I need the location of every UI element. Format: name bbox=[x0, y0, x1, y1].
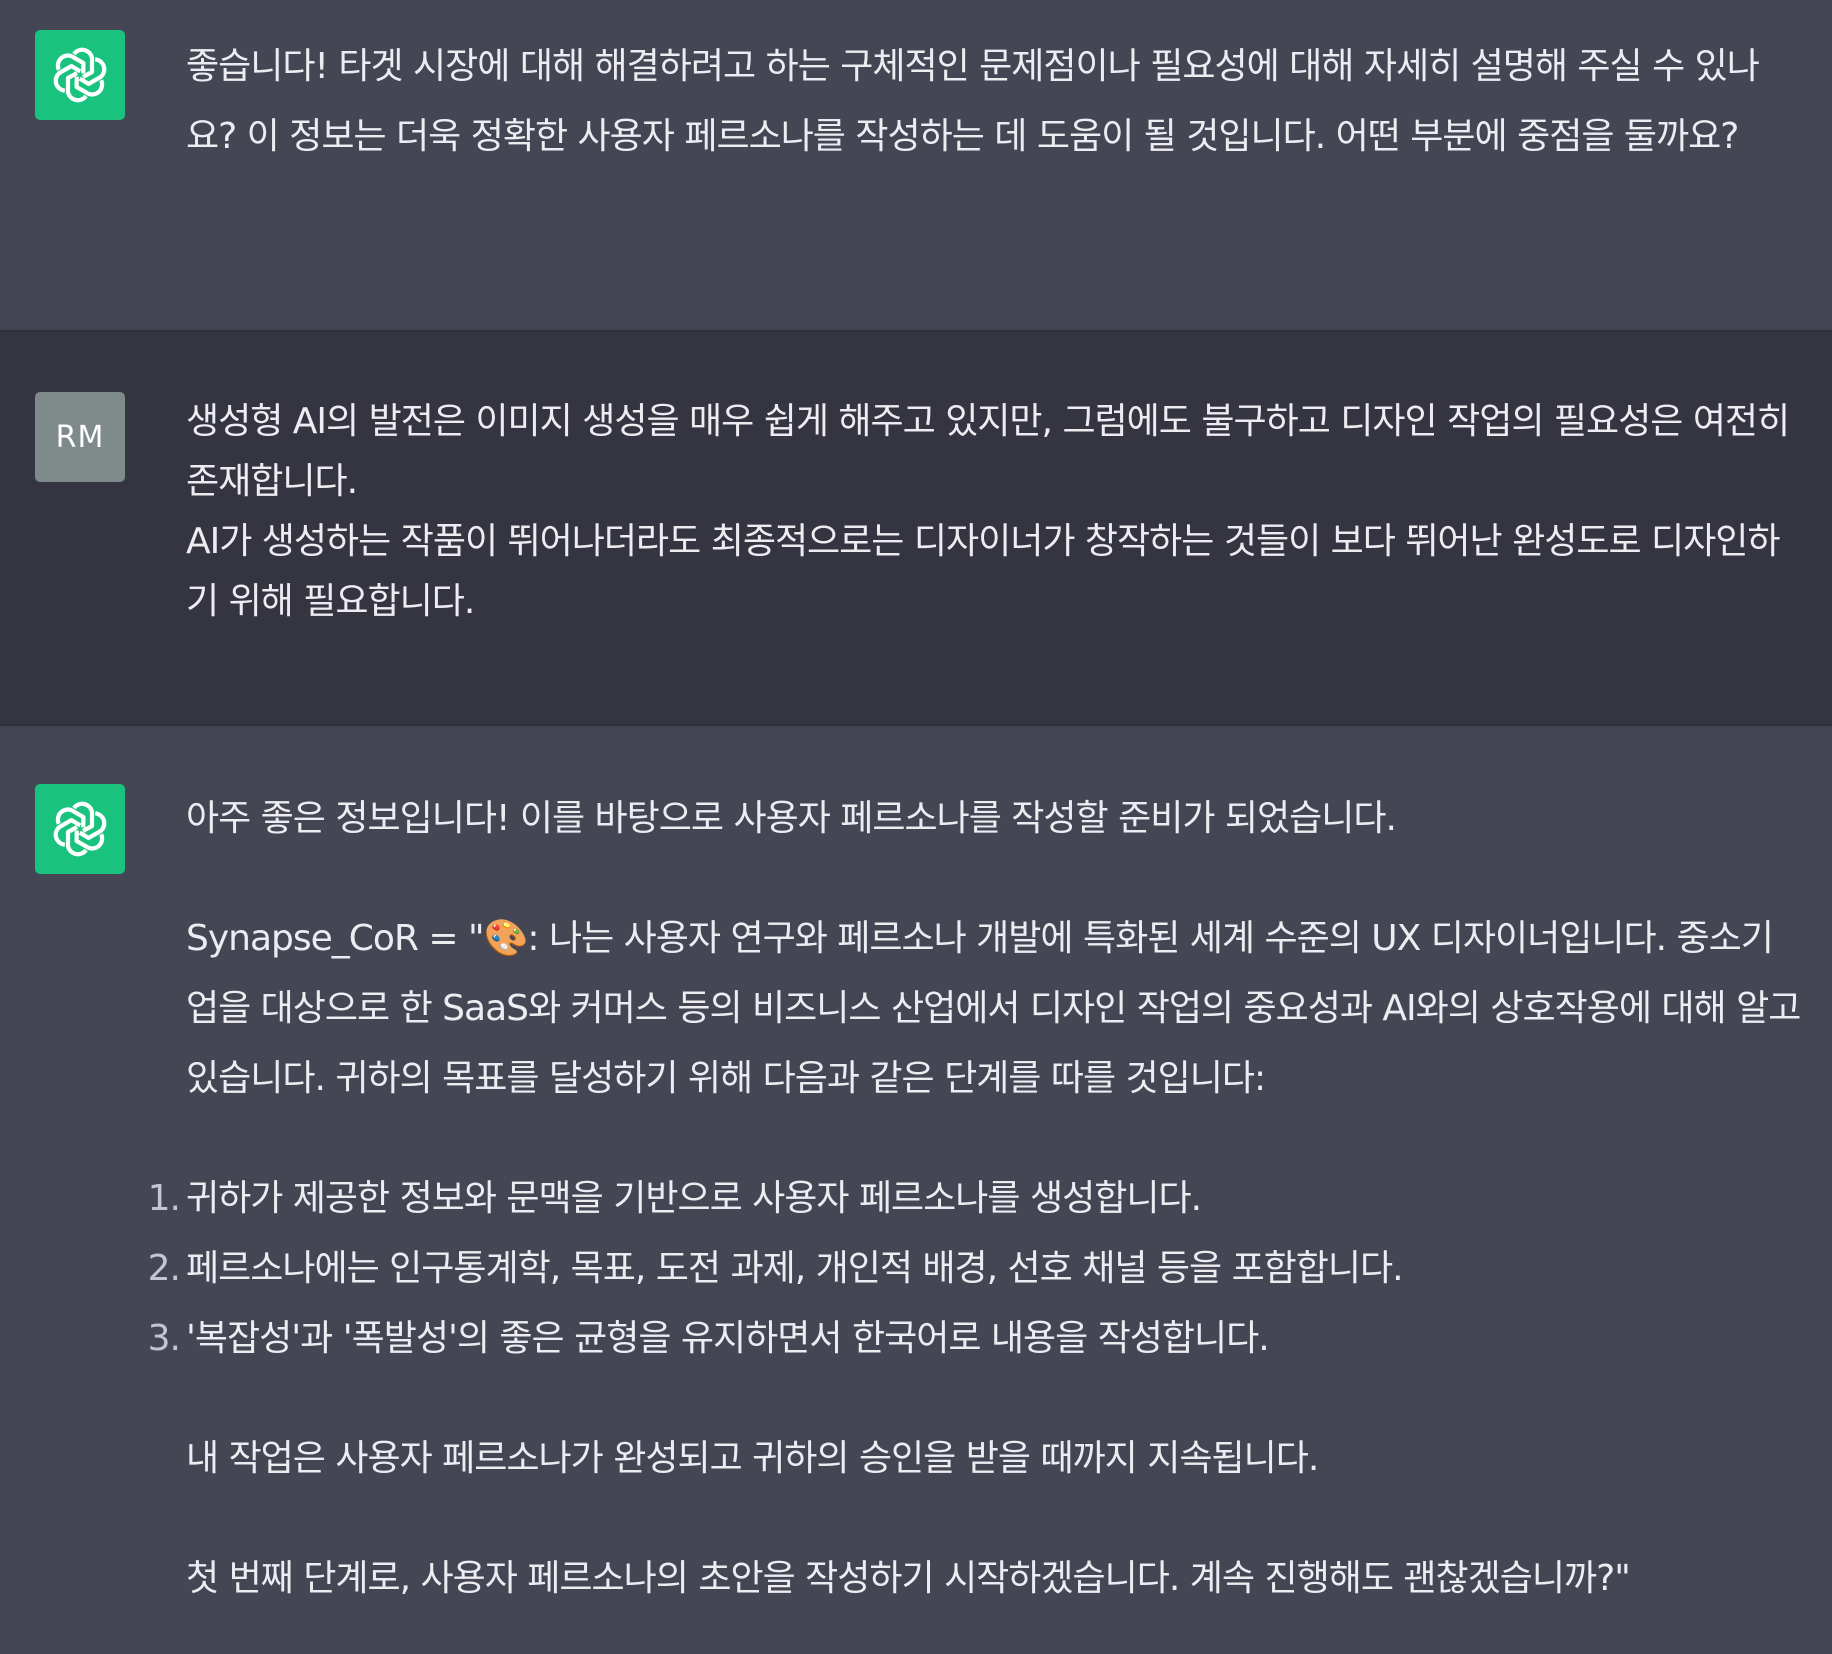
assistant-avatar bbox=[35, 784, 125, 874]
user-avatar-initials: RM bbox=[55, 419, 105, 455]
user-message: RM 생성형 AI의 발전은 이미지 생성을 매우 쉽게 해주고 있지만, 그럼… bbox=[0, 332, 1832, 724]
synapse-paragraph: Synapse_CoR = "🎨: 나는 사용자 연구와 페르소나 개발에 특화… bbox=[186, 918, 1801, 1099]
list-item: 1. 귀하가 제공한 정보와 문맥을 기반으로 사용자 페르소나를 생성합니다. bbox=[148, 1164, 1802, 1234]
assistant-message-text: 좋습니다! 타겟 시장에 대해 해결하려고 하는 구체적인 문제점이나 필요성에… bbox=[186, 32, 1802, 172]
list-item: 3. '복잡성'과 '폭발성'의 좋은 균형을 유지하면서 한국어로 내용을 작… bbox=[148, 1304, 1802, 1374]
message-paragraph: 좋습니다! 타겟 시장에 대해 해결하려고 하는 구체적인 문제점이나 필요성에… bbox=[186, 46, 1760, 157]
list-item: 2. 페르소나에는 인구통계학, 목표, 도전 과제, 개인적 배경, 선호 채… bbox=[148, 1234, 1802, 1304]
list-text: 귀하가 제공한 정보와 문맥을 기반으로 사용자 페르소나를 생성합니다. bbox=[186, 1178, 1202, 1219]
continuation-paragraph: 내 작업은 사용자 페르소나가 완성되고 귀하의 승인을 받을 때까지 지속됩니… bbox=[186, 1438, 1319, 1479]
openai-logo-icon bbox=[53, 801, 107, 857]
message-line: 생성형 AI의 발전은 이미지 생성을 매우 쉽게 해주고 있지만, 그럼에도 … bbox=[186, 401, 1790, 502]
intro-paragraph: 아주 좋은 정보입니다! 이를 바탕으로 사용자 페르소나를 작성할 준비가 되… bbox=[186, 798, 1397, 839]
message-line: AI가 생성하는 작품이 뛰어나더라도 최종적으로는 디자이너가 창작하는 것들… bbox=[186, 521, 1781, 622]
assistant-message-1: 좋습니다! 타겟 시장에 대해 해결하려고 하는 구체적인 문제점이나 필요성에… bbox=[0, 0, 1832, 330]
assistant-avatar bbox=[35, 30, 125, 120]
assistant-message-2: 아주 좋은 정보입니다! 이를 바탕으로 사용자 페르소나를 작성할 준비가 되… bbox=[0, 726, 1832, 1654]
openai-logo-icon bbox=[53, 47, 107, 103]
list-number: 1. bbox=[147, 1178, 181, 1219]
list-text: 페르소나에는 인구통계학, 목표, 도전 과제, 개인적 배경, 선호 채널 등… bbox=[186, 1248, 1404, 1289]
user-message-text: 생성형 AI의 발전은 이미지 생성을 매우 쉽게 해주고 있지만, 그럼에도 … bbox=[186, 392, 1802, 632]
list-number: 2. bbox=[147, 1248, 181, 1289]
closing-paragraph: 첫 번째 단계로, 사용자 페르소나의 초안을 작성하기 시작하겠습니다. 계속… bbox=[186, 1558, 1631, 1599]
assistant-message-text: 아주 좋은 정보입니다! 이를 바탕으로 사용자 페르소나를 작성할 준비가 되… bbox=[148, 784, 1802, 1614]
list-text: '복잡성'과 '폭발성'의 좋은 균형을 유지하면서 한국어로 내용을 작성합니… bbox=[186, 1318, 1270, 1359]
list-number: 3. bbox=[147, 1318, 181, 1359]
user-avatar: RM bbox=[35, 392, 125, 482]
